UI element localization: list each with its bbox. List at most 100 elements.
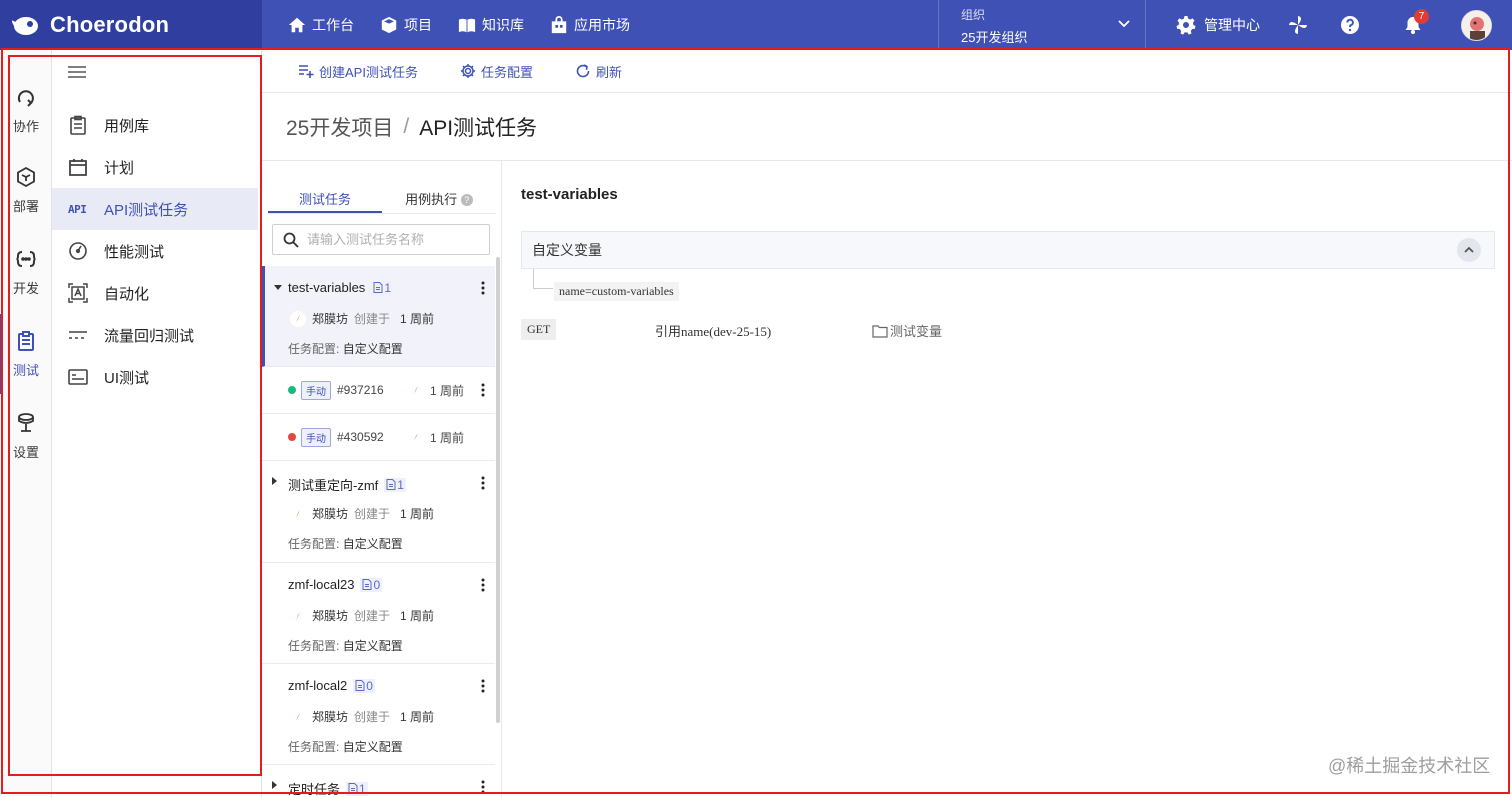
request-name-prefix: 引用 bbox=[655, 324, 682, 339]
nav-workbench[interactable]: 工作台 bbox=[280, 0, 372, 50]
more-vert-icon[interactable] bbox=[481, 476, 485, 490]
nav-project-label: 项目 bbox=[404, 17, 432, 33]
task-list-scrollbar[interactable] bbox=[496, 257, 500, 723]
pinwheel-icon[interactable] bbox=[1288, 15, 1308, 35]
task-item[interactable]: test-variables 1 郑膜坊 创建于 1 周前 任务配置: 自定义配… bbox=[262, 266, 495, 367]
search-input[interactable] bbox=[307, 232, 477, 247]
rail-item-test[interactable]: 测试 bbox=[0, 314, 52, 394]
nav-project[interactable]: 项目 bbox=[372, 0, 450, 50]
org-label: 组织 bbox=[961, 8, 986, 22]
case-count-value: 0 bbox=[373, 577, 381, 592]
menu-item-plan[interactable]: 计划 bbox=[52, 146, 258, 188]
caret-right-icon[interactable] bbox=[272, 781, 277, 789]
custom-variables-label: 自定义变量 bbox=[532, 242, 602, 258]
caret-down-icon[interactable] bbox=[274, 285, 282, 290]
task-item[interactable]: 测试重定向-zmf 1 郑膜坊 创建于 1 周前 任务配置: 自定义配置 bbox=[262, 461, 495, 563]
nav-market[interactable]: 应用市场 bbox=[542, 0, 648, 50]
question-icon[interactable]: ? bbox=[460, 194, 473, 206]
test-icon bbox=[18, 330, 34, 351]
created-time: 1 周前 bbox=[400, 507, 435, 521]
task-config-label: 任务配置 bbox=[480, 64, 533, 80]
executor-avatar bbox=[408, 429, 424, 445]
collab-icon bbox=[17, 89, 34, 107]
menu-item-traffic[interactable]: 流量回归测试 bbox=[52, 314, 258, 356]
create-api-task-label: 创建API测试任务 bbox=[319, 64, 418, 80]
ui-test-icon bbox=[68, 369, 88, 385]
task-item[interactable]: zmf-local2 0 郑膜坊 创建于 1 周前 任务配置: 自定义配置 bbox=[262, 664, 495, 765]
org-selector[interactable]: 组织 25开发组织 bbox=[938, 0, 1146, 50]
menu-item-case-library[interactable]: 用例库 bbox=[52, 104, 258, 146]
execution-time: 1 周前 bbox=[430, 383, 465, 398]
execution-row[interactable]: 手动 #937216 1 周前 bbox=[262, 367, 495, 414]
more-vert-icon[interactable] bbox=[481, 679, 485, 693]
menu-item-api-test[interactable]: API API测试任务 bbox=[52, 188, 258, 230]
refresh-button[interactable]: 刷新 bbox=[575, 62, 622, 81]
help-icon[interactable] bbox=[1340, 15, 1360, 35]
menu-item-performance[interactable]: 性能测试 bbox=[52, 230, 258, 272]
rail-item-deploy[interactable]: 部署 bbox=[0, 150, 52, 230]
rail-item-settings[interactable]: 设置 bbox=[0, 396, 52, 476]
rail-item-label: 协作 bbox=[12, 118, 39, 134]
rail-item-label: 开发 bbox=[12, 280, 39, 296]
task-name: 测试重定向-zmf bbox=[288, 478, 379, 493]
gauge-icon bbox=[69, 242, 87, 260]
execution-row[interactable]: 手动 #430592 1 周前 bbox=[262, 414, 495, 461]
toolbar: 创建API测试任务 任务配置 刷新 bbox=[262, 50, 1512, 93]
chevron-down-icon bbox=[1118, 20, 1130, 28]
brand[interactable]: Choerodon bbox=[0, 0, 262, 50]
document-icon bbox=[355, 680, 365, 691]
nav-knowledge[interactable]: 知识库 bbox=[450, 0, 542, 50]
menu-item-automation[interactable]: 自动化 bbox=[52, 272, 258, 314]
settings-icon bbox=[18, 412, 34, 432]
gear-icon bbox=[460, 64, 475, 78]
case-count: 1 bbox=[346, 781, 368, 796]
nav-knowledge-label: 知识库 bbox=[482, 17, 524, 33]
document-icon bbox=[373, 282, 383, 293]
collapse-button[interactable] bbox=[1457, 238, 1481, 262]
request-row[interactable]: GET 引用name(dev-25-15) 测试变量 bbox=[521, 319, 1421, 343]
rail-item-collab[interactable]: 协作 bbox=[0, 70, 52, 150]
menu-item-label: API测试任务 bbox=[104, 201, 189, 219]
custom-variables-panel[interactable]: 自定义变量 bbox=[521, 231, 1495, 269]
manage-center-button[interactable]: 管理中心 bbox=[1176, 0, 1260, 50]
top-bar: Choerodon 工作台 项目 知识库 应用市场 组织 25开发组织 管理中心… bbox=[0, 0, 1512, 50]
tab-case-executions[interactable]: 用例执行 ? bbox=[382, 185, 496, 213]
config-value: 自定义配置 bbox=[342, 342, 403, 356]
config-label: 任务配置: bbox=[288, 740, 340, 754]
book-icon bbox=[458, 18, 476, 33]
menu-item-label: UI测试 bbox=[104, 369, 150, 387]
task-item[interactable]: 定时任务 1 bbox=[262, 765, 495, 797]
task-name: test-variables bbox=[288, 280, 366, 295]
case-count: 1 bbox=[384, 477, 406, 492]
more-vert-icon[interactable] bbox=[481, 578, 485, 592]
rail-item-dev[interactable]: 开发 bbox=[0, 232, 52, 312]
caret-right-icon[interactable] bbox=[272, 477, 277, 485]
creator-name: 郑膜坊 bbox=[312, 609, 349, 623]
document-icon bbox=[386, 479, 396, 490]
more-vert-icon[interactable] bbox=[481, 281, 485, 295]
created-time: 1 周前 bbox=[400, 710, 435, 724]
task-item[interactable]: zmf-local23 0 郑膜坊 创建于 1 周前 任务配置: 自定义配置 bbox=[262, 563, 495, 664]
api-icon: API bbox=[68, 202, 87, 216]
breadcrumb-project[interactable]: 25开发项目 bbox=[286, 112, 393, 142]
clipboard-icon bbox=[70, 115, 86, 135]
more-vert-icon[interactable] bbox=[481, 780, 485, 794]
case-count: 0 bbox=[360, 577, 383, 592]
rail-item-label: 测试 bbox=[12, 362, 39, 378]
task-list-panel: 测试任务 用例执行 ? test-variables 1 郑膜坊 创建于 1 周… bbox=[262, 161, 502, 797]
case-count-value: 1 bbox=[359, 781, 366, 796]
create-api-task-button[interactable]: 创建API测试任务 bbox=[298, 62, 418, 81]
case-count-value: 0 bbox=[366, 678, 373, 693]
menu-item-ui-test[interactable]: UI测试 bbox=[52, 356, 258, 398]
tab-test-tasks[interactable]: 测试任务 bbox=[268, 185, 382, 213]
tab-case-executions-label: 用例执行 bbox=[405, 192, 458, 207]
created-time: 1 周前 bbox=[400, 609, 435, 623]
top-nav: 工作台 项目 知识库 应用市场 bbox=[280, 0, 648, 50]
task-config-button[interactable]: 任务配置 bbox=[460, 62, 533, 81]
more-vert-icon[interactable] bbox=[481, 383, 485, 397]
status-dot-success bbox=[288, 386, 296, 394]
menu-toggle-icon[interactable] bbox=[68, 64, 86, 80]
module-rail: 协作 部署 开发 测试 设置 bbox=[0, 50, 52, 797]
user-avatar[interactable] bbox=[1461, 10, 1492, 41]
tree-connector bbox=[533, 269, 553, 289]
